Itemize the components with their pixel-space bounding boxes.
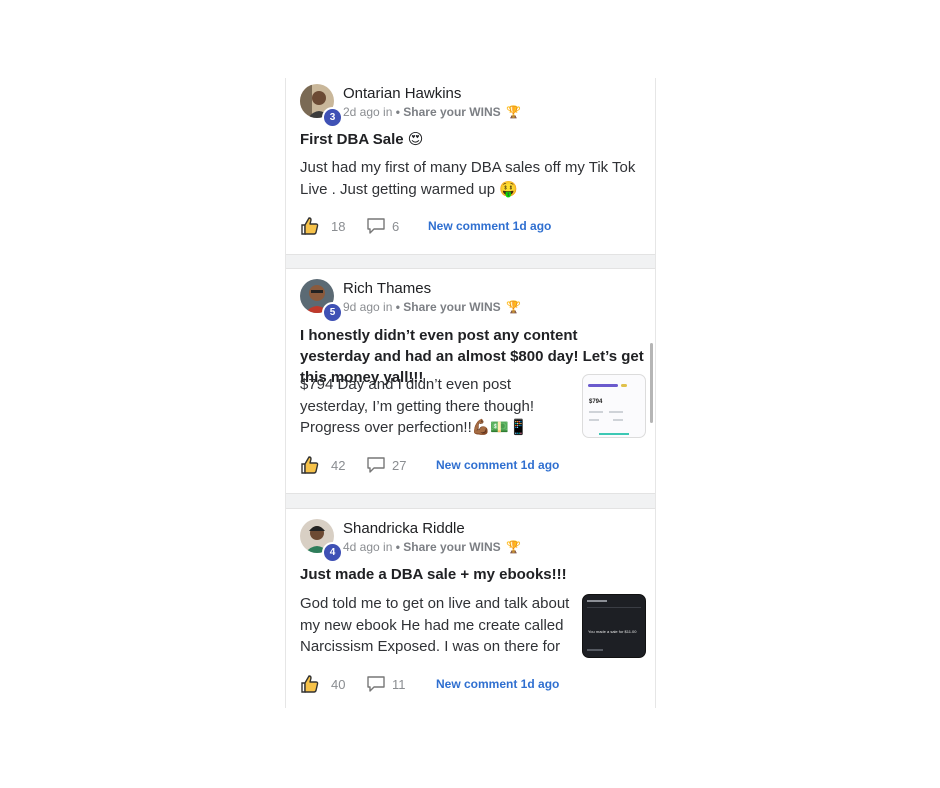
new-comment-link[interactable]: New comment 1d ago (428, 219, 551, 233)
post-title[interactable]: First DBA Sale 😍 (300, 129, 645, 150)
post-time: 2d ago in (343, 105, 393, 119)
trophy-icon: 🏆 (505, 300, 521, 314)
post-actions: 42 27 New comment 1d ago (300, 455, 645, 477)
like-count: 40 (331, 677, 346, 692)
post-feed[interactable]: 3 Ontarian Hawkins 2d ago in • Share you… (285, 78, 656, 708)
post-time: 4d ago in (343, 540, 393, 554)
new-comment-link[interactable]: New comment 1d ago (436, 458, 559, 472)
category-link[interactable]: • Share your WINS (396, 540, 501, 554)
category-link[interactable]: • Share your WINS (396, 300, 501, 314)
author-avatar[interactable]: 3 (300, 84, 343, 128)
comment-icon[interactable] (366, 217, 386, 238)
post-card[interactable]: 4 Shandricka Riddle 4d ago in • Share yo… (286, 508, 655, 708)
post-thumbnail[interactable]: $794 (582, 374, 646, 438)
comment-count: 27 (392, 458, 407, 473)
comment-icon[interactable] (366, 675, 386, 696)
level-badge: 5 (322, 302, 343, 323)
thumbs-up-icon[interactable] (300, 455, 320, 478)
post-meta: 9d ago in • Share your WINS 🏆 (343, 300, 521, 314)
post-actions: 18 6 New comment 1d ago (300, 216, 645, 238)
author-name[interactable]: Shandricka Riddle (343, 520, 465, 537)
comment-count: 11 (392, 677, 406, 692)
post-meta: 4d ago in • Share your WINS 🏆 (343, 540, 521, 554)
author-avatar[interactable]: 5 (300, 279, 343, 323)
new-comment-link[interactable]: New comment 1d ago (436, 677, 559, 691)
comment-count: 6 (392, 219, 400, 234)
post-time: 9d ago in (343, 300, 393, 314)
post-meta: 2d ago in • Share your WINS 🏆 (343, 105, 521, 119)
post-title[interactable]: Just made a DBA sale + my ebooks!!! (300, 564, 645, 585)
post-body[interactable]: God told me to get on live and talk abou… (300, 593, 572, 658)
trophy-icon: 🏆 (505, 540, 521, 554)
post-body[interactable]: Just had my first of many DBA sales off … (300, 157, 640, 200)
author-name[interactable]: Rich Thames (343, 280, 431, 297)
post-card[interactable]: 5 Rich Thames 9d ago in • Share your WIN… (286, 268, 655, 494)
author-avatar[interactable]: 4 (300, 519, 343, 563)
level-badge: 4 (322, 542, 343, 563)
thumbnail-amount: $794 (589, 399, 603, 405)
like-count: 18 (331, 219, 346, 234)
author-name[interactable]: Ontarian Hawkins (343, 85, 461, 102)
like-count: 42 (331, 458, 346, 473)
post-actions: 40 11 New comment 1d ago (300, 674, 645, 696)
trophy-icon: 🏆 (505, 105, 521, 119)
post-card[interactable]: 3 Ontarian Hawkins 2d ago in • Share you… (286, 78, 655, 255)
thumbnail-text: You made a sale for $11.00 (588, 629, 637, 634)
category-link[interactable]: • Share your WINS (396, 105, 501, 119)
post-body[interactable]: $794 Day and I didn’t even post yesterda… (300, 374, 572, 439)
scrollbar[interactable] (650, 343, 653, 423)
post-thumbnail[interactable]: You made a sale for $11.00 (582, 594, 646, 658)
level-badge: 3 (322, 107, 343, 128)
thumbs-up-icon[interactable] (300, 674, 320, 697)
comment-icon[interactable] (366, 456, 386, 477)
thumbs-up-icon[interactable] (300, 216, 320, 239)
